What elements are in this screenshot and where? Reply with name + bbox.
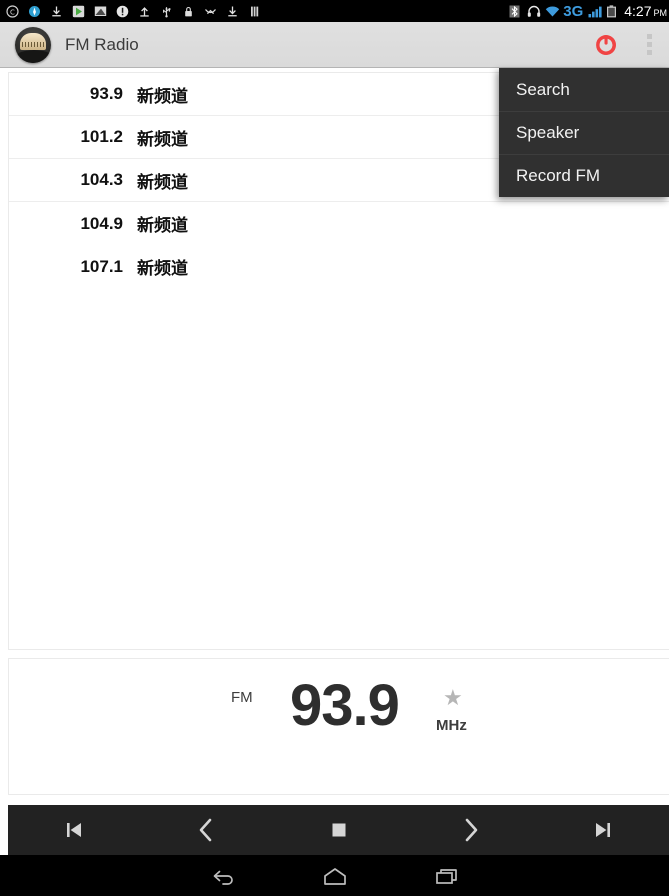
radio-base-shape (15, 49, 51, 63)
status-bar-notification-icons: C (6, 4, 509, 18)
tune-up-button[interactable] (405, 805, 537, 855)
nav-recents-button[interactable] (391, 855, 503, 896)
warning-circle-icon (116, 5, 129, 18)
station-name: 新频道 (137, 259, 188, 279)
station-frequency: 104.9 (80, 213, 123, 233)
nav-home-button[interactable] (279, 855, 391, 896)
station-name: 新频道 (137, 86, 188, 107)
screenshot-icon (94, 5, 107, 18)
skip-previous-button[interactable] (8, 805, 140, 855)
status-bar-clock: 4:27 PM (624, 3, 667, 19)
bluetooth-icon (509, 5, 522, 18)
skip-previous-icon (67, 823, 82, 837)
download-icon (50, 5, 63, 18)
page-title: FM Radio (65, 34, 139, 54)
power-icon (596, 34, 616, 55)
app-action-bar: FM Radio (0, 22, 669, 68)
android-navigation-bar (0, 855, 669, 896)
download-arrow-icon (226, 5, 239, 18)
sim-bars-icon (248, 5, 261, 18)
wifi-icon (545, 5, 560, 18)
upload-icon (138, 5, 151, 18)
recents-icon (435, 868, 457, 884)
usb-icon (160, 5, 173, 18)
chevron-right-icon (465, 818, 478, 842)
current-frequency-value: 93.9 (290, 673, 400, 738)
home-icon (323, 867, 346, 885)
menu-item-record-fm[interactable]: Record FM (499, 154, 669, 197)
band-label: FM (231, 689, 253, 706)
menu-item-search[interactable]: Search (499, 68, 669, 111)
back-icon (213, 870, 233, 885)
battery-icon (606, 4, 619, 18)
play-store-icon (72, 5, 85, 18)
copyright-circle-icon: C (6, 4, 19, 18)
stop-icon (332, 823, 345, 837)
stop-button[interactable] (272, 805, 404, 855)
lock-icon (182, 5, 195, 18)
frequency-display-inner: FM 93.9 ★ MHz (9, 659, 669, 796)
overflow-dot-3 (646, 50, 652, 55)
network-type-label: 3G (563, 2, 584, 20)
chevron-left-icon (199, 818, 212, 842)
vpn-icon (204, 5, 217, 18)
android-status-bar: C 3G 4:27 PM (0, 0, 669, 22)
headset-icon (527, 5, 541, 18)
station-list-item[interactable]: 107.1 新频道 (9, 245, 669, 288)
overflow-menu-button[interactable] (629, 22, 669, 68)
skip-next-icon (595, 823, 610, 837)
station-list-item[interactable]: 104.9 新频道 (9, 202, 669, 245)
clock-time: 4:27 (624, 3, 652, 19)
menu-item-speaker[interactable]: Speaker (499, 111, 669, 154)
power-button[interactable] (583, 22, 629, 68)
station-frequency: 101.2 (80, 127, 123, 146)
overflow-dot-1 (646, 34, 652, 39)
overflow-popup-menu: Search Speaker Record FM (499, 68, 669, 197)
station-name: 新频道 (137, 216, 188, 236)
station-frequency: 93.9 (89, 84, 123, 103)
station-name: 新频道 (137, 129, 188, 150)
compass-icon (28, 5, 41, 18)
station-name: 新频道 (137, 172, 188, 193)
fm-radio-app-icon (15, 26, 51, 63)
signal-bars-icon (588, 5, 602, 18)
status-bar-system-icons: 3G 4:27 PM (509, 3, 667, 20)
svg-text:C: C (10, 8, 15, 16)
frequency-display-panel: FM 93.9 ★ MHz (8, 658, 669, 795)
nav-back-button[interactable] (167, 855, 279, 896)
station-frequency: 107.1 (80, 256, 123, 276)
frequency-unit-label: MHz (436, 717, 467, 734)
station-frequency: 104.3 (80, 170, 123, 189)
skip-next-button[interactable] (537, 805, 669, 855)
star-icon[interactable]: ★ (443, 687, 463, 709)
radio-dial-shape (20, 32, 46, 50)
device-screen: C 3G 4:27 PM FM Radio 93.9 新频道 101.2 新频道… (0, 0, 669, 896)
overflow-dot-2 (646, 42, 652, 47)
player-control-bar (8, 805, 669, 855)
tune-down-button[interactable] (140, 805, 272, 855)
clock-ampm: PM (653, 8, 668, 18)
